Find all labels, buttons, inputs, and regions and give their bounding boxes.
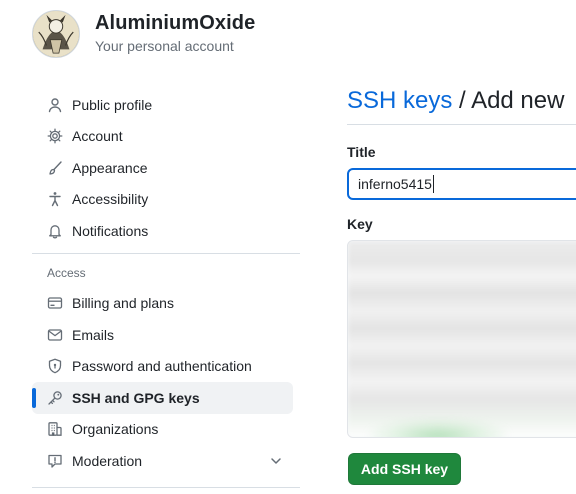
sidebar-item-ssh-gpg-keys[interactable]: SSH and GPG keys	[32, 382, 293, 414]
key-highlight-blur	[368, 419, 508, 437]
sidebar-item-organizations[interactable]: Organizations	[32, 414, 300, 446]
sidebar-section-title: Access	[47, 266, 86, 280]
organization-icon	[47, 421, 63, 437]
avatar-illustration-icon	[33, 11, 79, 57]
account-subtitle: Your personal account	[95, 38, 234, 54]
accessibility-icon	[47, 191, 63, 207]
settings-page: AluminiumOxide Your personal account Pub…	[0, 0, 576, 494]
sidebar-item-accessibility[interactable]: Accessibility	[32, 184, 300, 216]
breadcrumb-ssh-keys-link[interactable]: SSH keys	[347, 87, 452, 114]
breadcrumb-current: Add new	[471, 87, 565, 114]
report-icon	[47, 453, 63, 469]
chevron-down-icon[interactable]	[268, 453, 284, 469]
sidebar-item-label: Password and authentication	[72, 358, 252, 375]
sidebar-item-label: Account	[72, 128, 123, 145]
sidebar-item-account[interactable]: Account	[32, 121, 300, 153]
bell-icon	[47, 223, 63, 239]
shield-lock-icon	[47, 358, 63, 374]
key-label: Key	[347, 216, 373, 232]
avatar[interactable]	[32, 10, 80, 58]
settings-sidebar: Public profile Account Appearance Access…	[32, 89, 300, 477]
sidebar-item-public-profile[interactable]: Public profile	[32, 89, 300, 121]
sidebar-item-label: Accessibility	[72, 191, 149, 208]
key-content-blurred	[348, 241, 576, 437]
sidebar-item-label: Billing and plans	[72, 295, 174, 312]
paintbrush-icon	[47, 160, 63, 176]
breadcrumb-separator: /	[452, 87, 472, 114]
key-textarea[interactable]	[347, 240, 576, 438]
person-icon	[47, 97, 63, 113]
credit-card-icon	[47, 295, 63, 311]
add-ssh-key-button[interactable]: Add SSH key	[348, 453, 461, 485]
sidebar-item-label: Public profile	[72, 96, 153, 113]
sidebar-item-password-authentication[interactable]: Password and authentication	[32, 351, 300, 383]
sidebar-item-label: Appearance	[72, 159, 148, 176]
title-label: Title	[347, 144, 376, 160]
account-name[interactable]: AluminiumOxide	[95, 12, 255, 35]
title-divider	[347, 124, 576, 125]
sidebar-item-label: Moderation	[72, 452, 143, 469]
sidebar-item-label: Notifications	[72, 222, 149, 239]
page-title: SSH keys / Add new	[347, 87, 564, 115]
sidebar-item-label: Organizations	[72, 421, 159, 438]
sidebar-item-label: SSH and GPG keys	[72, 389, 200, 406]
gear-icon	[47, 128, 63, 144]
sidebar-item-billing[interactable]: Billing and plans	[32, 288, 300, 320]
sidebar-item-moderation[interactable]: Moderation	[32, 445, 300, 477]
sidebar-bottom-divider	[32, 487, 300, 488]
sidebar-item-emails[interactable]: Emails	[32, 319, 300, 351]
title-input[interactable]	[347, 168, 576, 200]
key-icon	[47, 390, 63, 406]
sidebar-item-notifications[interactable]: Notifications	[32, 215, 300, 247]
sidebar-item-label: Emails	[72, 326, 115, 343]
text-caret	[433, 175, 434, 193]
sidebar-item-appearance[interactable]: Appearance	[32, 152, 300, 184]
mail-icon	[47, 327, 63, 343]
